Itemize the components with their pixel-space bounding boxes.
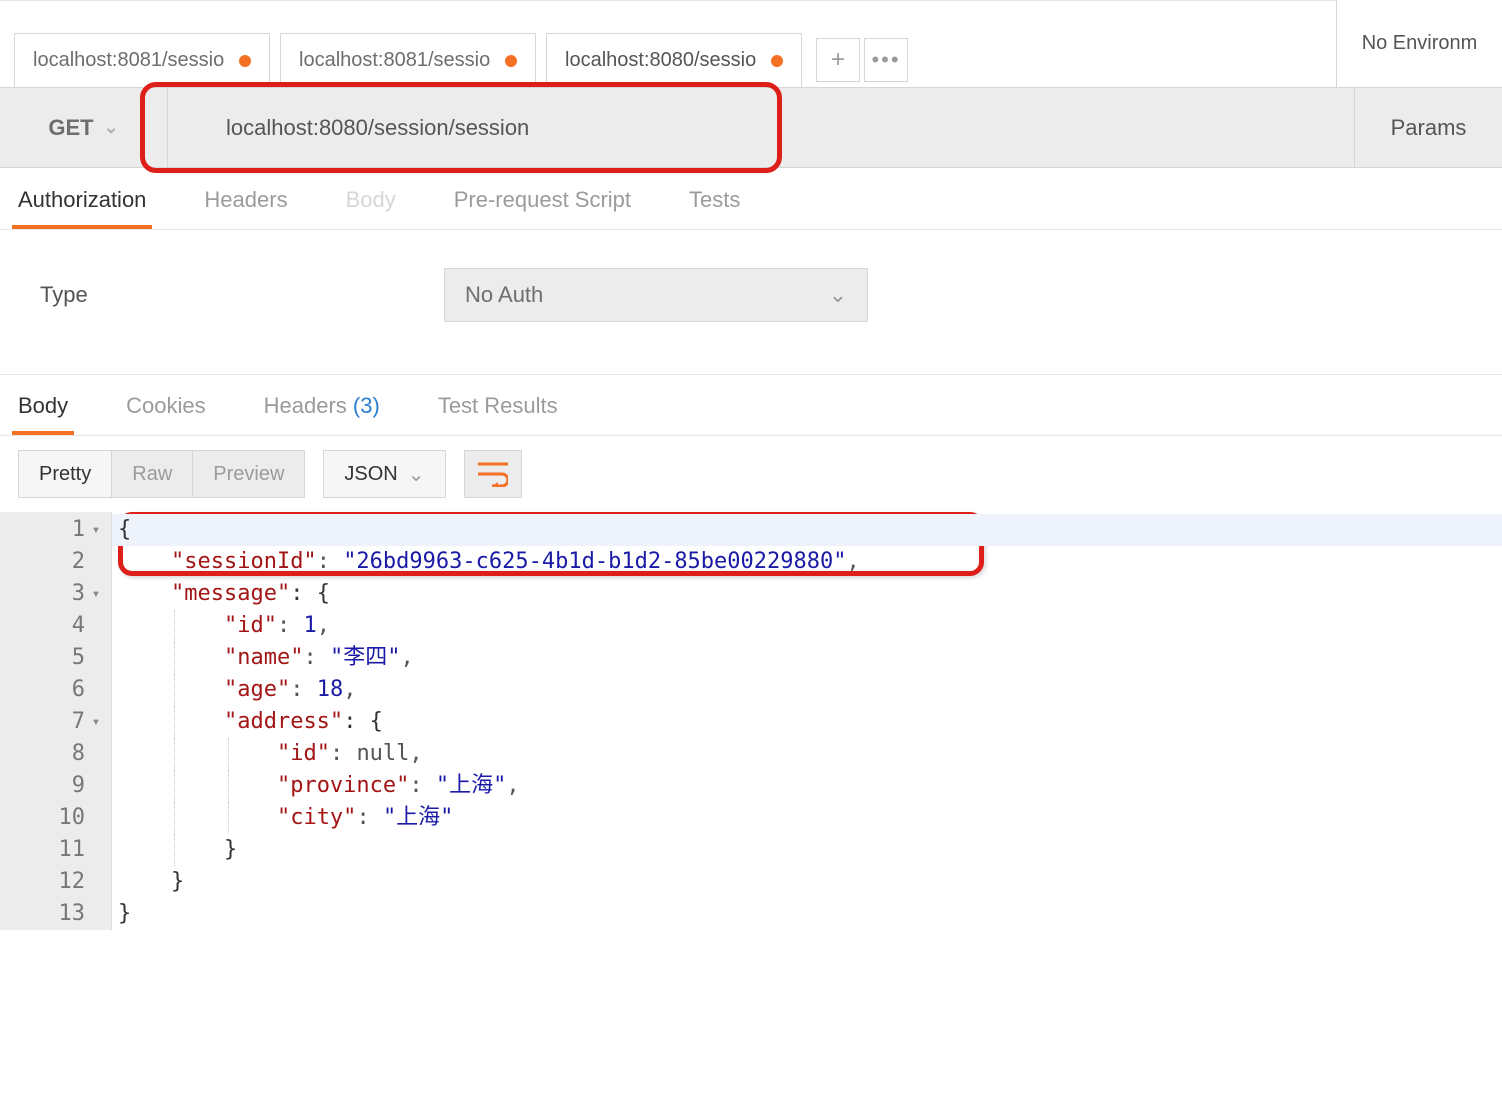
request-subtabs: Authorization Headers Body Pre-request S… [0, 168, 1502, 230]
request-tab-2[interactable]: localhost:8080/sessio [546, 33, 802, 87]
request-bar: GET ⌄ Params [0, 88, 1502, 168]
code-line: } [112, 834, 1502, 866]
params-label: Params [1391, 115, 1467, 141]
tab-request-body[interactable]: Body [340, 187, 402, 229]
fold-toggle-icon: ▾ [89, 514, 103, 546]
tab-prerequest[interactable]: Pre-request Script [448, 187, 637, 229]
tab-response-cookies[interactable]: Cookies [120, 393, 211, 435]
chevron-down-icon: ⌄ [408, 462, 425, 487]
view-raw-button[interactable]: Raw [112, 451, 193, 497]
wrap-group [464, 450, 522, 498]
http-method-select[interactable]: GET ⌄ [0, 88, 168, 167]
authorization-panel: Type No Auth ⌄ [0, 230, 1502, 374]
code-line: "id": 1, [112, 610, 1502, 642]
line-wrap-icon [478, 461, 508, 487]
code-gutter: 1▾ 2 3▾ 4 5 6 7▾ 8 9 10 11 12 13 [0, 512, 112, 930]
tab-authorization[interactable]: Authorization [12, 187, 152, 229]
auth-type-select[interactable]: No Auth ⌄ [444, 268, 868, 322]
tab-title: localhost:8080/sessio [565, 49, 761, 72]
code-line: { [112, 514, 1502, 546]
unsaved-dot-icon [771, 55, 783, 67]
response-subtabs: Body Cookies Headers (3) Test Results [0, 374, 1502, 436]
response-headers-label: Headers [264, 393, 347, 418]
code-line: "province": "上海", [112, 770, 1502, 802]
request-url-input[interactable] [168, 115, 1354, 141]
code-line: "sessionId": "26bd9963-c625-4b1d-b1d2-85… [112, 546, 1502, 578]
plus-icon: + [831, 46, 845, 74]
fold-toggle-icon: ▾ [89, 578, 103, 610]
code-line: "city": "上海" [112, 802, 1502, 834]
code-line: } [112, 866, 1502, 898]
code-line: "name": "李四", [112, 642, 1502, 674]
response-language-label: JSON [344, 463, 397, 486]
tab-row: localhost:8081/sessio localhost:8081/ses… [0, 0, 1336, 87]
auth-type-label: Type [40, 282, 444, 308]
line-wrap-button[interactable] [465, 451, 521, 497]
code-line: } [112, 898, 1502, 930]
tab-request-headers[interactable]: Headers [198, 187, 293, 229]
request-tab-1[interactable]: localhost:8081/sessio [280, 33, 536, 87]
tab-title: localhost:8081/sessio [33, 49, 229, 72]
response-code-viewer[interactable]: 1▾ 2 3▾ 4 5 6 7▾ 8 9 10 11 12 13 { "sess… [0, 512, 1502, 930]
code-line: "age": 18, [112, 674, 1502, 706]
tab-response-headers[interactable]: Headers (3) [258, 393, 386, 435]
unsaved-dot-icon [239, 55, 251, 67]
unsaved-dot-icon [505, 55, 517, 67]
view-preview-button[interactable]: Preview [193, 451, 304, 497]
code-content: { "sessionId": "26bd9963-c625-4b1d-b1d2-… [112, 512, 1502, 930]
tab-response-tests[interactable]: Test Results [432, 393, 564, 435]
tab-overflow-button[interactable]: ••• [864, 38, 908, 82]
auth-type-value: No Auth [465, 282, 543, 308]
new-tab-button[interactable]: + [816, 38, 860, 82]
response-language-select[interactable]: JSON ⌄ [324, 451, 444, 497]
request-tab-0[interactable]: localhost:8081/sessio [14, 33, 270, 87]
response-format-bar: Pretty Raw Preview JSON ⌄ [0, 436, 1502, 512]
code-line: "id": null, [112, 738, 1502, 770]
url-container [168, 88, 1354, 167]
tab-title: localhost:8081/sessio [299, 49, 495, 72]
chevron-down-icon: ⌄ [104, 117, 119, 138]
environment-label: No Environm [1362, 32, 1478, 55]
response-headers-count: (3) [353, 393, 380, 418]
code-line: "message": { [112, 578, 1502, 610]
tab-response-body[interactable]: Body [12, 393, 74, 435]
language-select-group: JSON ⌄ [323, 450, 445, 498]
fold-toggle-icon: ▾ [89, 706, 103, 738]
environment-selector[interactable]: No Environm [1336, 0, 1502, 87]
top-bar: localhost:8081/sessio localhost:8081/ses… [0, 0, 1502, 88]
tab-tests[interactable]: Tests [683, 187, 746, 229]
view-pretty-button[interactable]: Pretty [19, 451, 112, 497]
chevron-down-icon: ⌄ [829, 282, 847, 308]
http-method-label: GET [48, 115, 93, 141]
code-line: "address": { [112, 706, 1502, 738]
params-button[interactable]: Params [1354, 88, 1502, 167]
view-mode-group: Pretty Raw Preview [18, 450, 305, 498]
